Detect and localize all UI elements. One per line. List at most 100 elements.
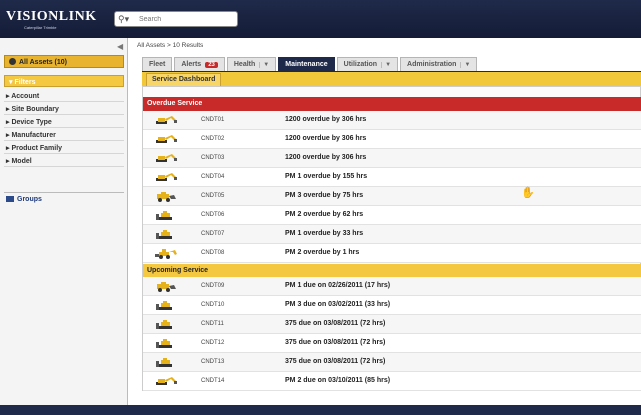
filter-label: Account <box>11 93 40 100</box>
asset-id[interactable]: CNDT01 <box>201 117 224 123</box>
asset-id[interactable]: CNDT02 <box>201 136 224 142</box>
asset-id[interactable]: CNDT11 <box>201 321 224 327</box>
chevron-down-icon[interactable]: ▼ <box>381 62 391 68</box>
tab-alerts[interactable]: Alerts 23 <box>174 57 225 71</box>
excavator-icon <box>153 376 179 387</box>
service-status: PM 1 overdue by 155 hrs <box>285 173 368 180</box>
service-status: PM 2 due on 03/10/2011 (85 hrs) <box>285 377 391 384</box>
asset-icon <box>9 58 16 65</box>
backhoe-icon <box>153 248 179 259</box>
service-row[interactable]: CNDT02 1200 overdue by 306 hrs <box>143 130 641 149</box>
asset-id[interactable]: CNDT05 <box>201 193 224 199</box>
asset-id[interactable]: CNDT08 <box>201 250 224 256</box>
collapse-sidebar-icon[interactable]: ◀ <box>117 42 123 51</box>
filter-label: Model <box>11 158 32 165</box>
sub-tab-bar: Service Dashboard <box>142 71 641 86</box>
chevron-down-icon[interactable]: ▼ <box>259 62 269 68</box>
search-box[interactable]: ⚲▾ <box>114 11 238 27</box>
filter-label: Product Family <box>11 145 63 152</box>
sidebar: ◀ All Assets (10) ▾ Filters ▸ Account ▸ … <box>0 38 128 405</box>
search-input[interactable] <box>139 14 235 25</box>
asset-id[interactable]: CNDT14 <box>201 378 224 384</box>
service-status: PM 1 overdue by 33 hrs <box>285 230 364 237</box>
service-status: 1200 overdue by 306 hrs <box>285 135 367 142</box>
service-status: PM 2 overdue by 62 hrs <box>285 211 364 218</box>
filters-header[interactable]: ▾ Filters <box>4 75 124 87</box>
service-status: PM 2 overdue by 1 hrs <box>285 249 360 256</box>
service-status: 1200 overdue by 306 hrs <box>285 116 367 123</box>
asset-id[interactable]: CNDT12 <box>201 340 224 346</box>
filter-list: ▸ Account ▸ Site Boundary ▸ Device Type … <box>4 89 124 167</box>
service-dashboard: Overdue Service CNDT01 1200 overdue by 30… <box>142 86 641 391</box>
service-row[interactable]: CNDT09 PM 1 due on 02/26/2011 (17 hrs) <box>143 277 641 296</box>
logo-tagline: Caterpillar Trimble <box>24 25 57 30</box>
service-row[interactable]: CNDT12 375 due on 03/08/2011 (72 hrs) <box>143 334 641 353</box>
service-row[interactable]: CNDT04 PM 1 overdue by 155 hrs <box>143 168 641 187</box>
tab-label: Fleet <box>149 61 166 68</box>
all-assets-button[interactable]: All Assets (10) <box>4 55 124 68</box>
service-status: 375 due on 03/08/2011 (72 hrs) <box>285 358 386 365</box>
filter-site-boundary[interactable]: ▸ Site Boundary <box>4 102 124 115</box>
folder-icon <box>6 196 14 202</box>
service-row[interactable]: CNDT06 PM 2 overdue by 62 hrs <box>143 206 641 225</box>
service-row[interactable]: CNDT10 PM 3 due on 03/02/2011 (33 hrs) <box>143 296 641 315</box>
asset-id[interactable]: CNDT04 <box>201 174 224 180</box>
tab-label: Health <box>233 61 256 68</box>
excavator-icon <box>153 115 179 126</box>
filter-product-family[interactable]: ▸ Product Family <box>4 141 124 154</box>
tab-label: Alerts <box>181 61 202 68</box>
chevron-down-icon[interactable]: ▼ <box>460 62 470 68</box>
tab-bar: Fleet Alerts 23 Health ▼ Maintenance Utili… <box>142 57 479 71</box>
filter-device-type[interactable]: ▸ Device Type <box>4 115 124 128</box>
asset-id[interactable]: CNDT07 <box>201 231 224 237</box>
service-row[interactable]: CNDT13 375 due on 03/08/2011 (72 hrs) <box>143 353 641 372</box>
filter-account[interactable]: ▸ Account <box>4 89 124 102</box>
main-panel: All Assets > 10 Results Fleet Alerts 23 H… <box>128 38 641 405</box>
tab-fleet[interactable]: Fleet <box>142 57 173 71</box>
dozer-icon <box>153 229 179 240</box>
service-row[interactable]: CNDT07 PM 1 overdue by 33 hrs <box>143 225 641 244</box>
hand-cursor-icon: ✋ <box>521 187 535 199</box>
service-row[interactable]: CNDT14 PM 2 due on 03/10/2011 (85 hrs) <box>143 372 641 391</box>
tab-administration[interactable]: Administration ▼ <box>400 57 478 71</box>
service-row[interactable]: CNDT03 1200 overdue by 306 hrs <box>143 149 641 168</box>
service-row[interactable]: CNDT08 PM 2 overdue by 1 hrs <box>143 244 641 263</box>
tab-label: Maintenance <box>285 61 328 68</box>
asset-id[interactable]: CNDT13 <box>201 359 224 365</box>
upcoming-service-header: Upcoming Service <box>143 264 641 277</box>
filter-model[interactable]: ▸ Model <box>4 154 124 167</box>
tab-health[interactable]: Health ▼ <box>226 57 277 71</box>
alerts-count-badge: 23 <box>205 62 218 68</box>
dozer-icon <box>153 357 179 368</box>
visionlink-logo[interactable]: VISIONLINK Caterpillar Trimble <box>6 9 98 31</box>
service-status: 375 due on 03/08/2011 (72 hrs) <box>285 320 386 327</box>
groups-label: Groups <box>17 196 42 203</box>
tab-service-dashboard[interactable]: Service Dashboard <box>146 73 222 86</box>
overdue-service-header: Overdue Service <box>143 97 641 111</box>
excavator-icon <box>153 172 179 183</box>
all-assets-label: All Assets (10) <box>19 59 67 66</box>
asset-id[interactable]: CNDT09 <box>201 283 224 289</box>
footer-bar <box>0 405 641 415</box>
asset-id[interactable]: CNDT10 <box>201 302 224 308</box>
tab-label: Administration <box>407 61 457 68</box>
tab-maintenance[interactable]: Maintenance <box>278 57 335 71</box>
asset-id[interactable]: CNDT06 <box>201 212 224 218</box>
dozer-icon <box>153 338 179 349</box>
filter-label: Site Boundary <box>11 106 59 113</box>
service-row[interactable]: CNDT11 375 due on 03/08/2011 (72 hrs) <box>143 315 641 334</box>
wheel-loader-icon <box>153 191 179 202</box>
breadcrumb: All Assets > 10 Results <box>137 42 204 49</box>
service-row[interactable]: CNDT05 PM 3 overdue by 75 hrs <box>143 187 641 206</box>
groups-button[interactable]: Groups <box>4 192 124 208</box>
tab-label: Utilization <box>343 61 378 68</box>
tab-utilization[interactable]: Utilization ▼ <box>336 57 399 71</box>
dozer-icon <box>153 319 179 330</box>
asset-id[interactable]: CNDT03 <box>201 155 224 161</box>
excavator-icon <box>153 134 179 145</box>
filter-manufacturer[interactable]: ▸ Manufacturer <box>4 128 124 141</box>
service-row[interactable]: CNDT01 1200 overdue by 306 hrs <box>143 111 641 130</box>
excavator-icon <box>153 153 179 164</box>
dozer-icon <box>153 210 179 221</box>
search-icon[interactable]: ⚲▾ <box>118 14 136 24</box>
